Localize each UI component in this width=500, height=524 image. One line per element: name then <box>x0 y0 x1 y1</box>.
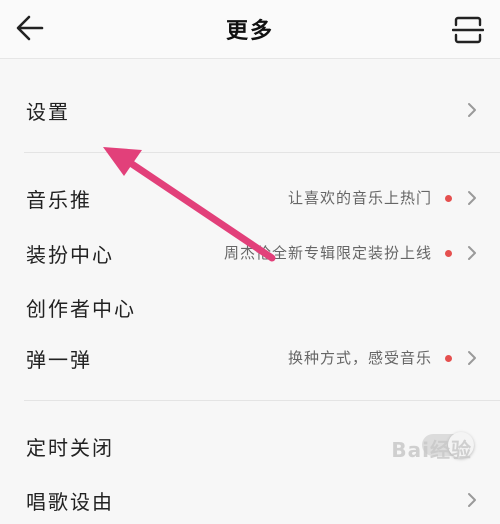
bounce-row[interactable]: 弹一弹 换种方式，感受音乐 <box>0 332 500 382</box>
red-dot-badge <box>445 195 452 202</box>
chevron-right-icon <box>468 103 476 117</box>
timer-off-label: 定时关闭 <box>26 436 114 460</box>
divider <box>24 400 500 401</box>
music-push-subtitle: 让喜欢的音乐上热门 <box>287 189 432 207</box>
settings-label: 设置 <box>26 100 70 124</box>
creator-center-label: 创作者中心 <box>26 297 136 321</box>
dress-center-subtitle: 周杰伦全新专辑限定装扮上线 <box>223 244 432 262</box>
top-bar: 更多 <box>0 0 500 59</box>
music-push-row[interactable]: 音乐推 让喜欢的音乐上热门 <box>0 172 500 222</box>
settings-row[interactable]: 设置 <box>0 84 500 134</box>
divider <box>24 152 500 153</box>
music-push-label: 音乐推 <box>26 188 92 212</box>
red-dot-badge <box>445 355 452 362</box>
chevron-right-icon <box>468 246 476 260</box>
bounce-subtitle: 换种方式，感受音乐 <box>287 349 432 367</box>
dress-center-row[interactable]: 装扮中心 周杰伦全新专辑限定装扮上线 <box>0 227 500 277</box>
red-dot-badge <box>445 250 452 257</box>
ringtone-row[interactable]: 唱歌设由 <box>0 474 500 524</box>
chevron-right-icon <box>468 191 476 205</box>
creator-center-row[interactable]: 创作者中心 <box>0 281 500 331</box>
page-title: 更多 <box>225 19 274 44</box>
chevron-right-icon <box>468 493 476 507</box>
chevron-right-icon <box>468 351 476 365</box>
bounce-label: 弹一弹 <box>26 348 92 372</box>
dress-center-label: 装扮中心 <box>26 243 114 267</box>
scan-icon[interactable] <box>452 15 484 45</box>
ringtone-label: 唱歌设由 <box>26 490 114 514</box>
baidu-watermark: Bai经验 <box>391 438 472 462</box>
